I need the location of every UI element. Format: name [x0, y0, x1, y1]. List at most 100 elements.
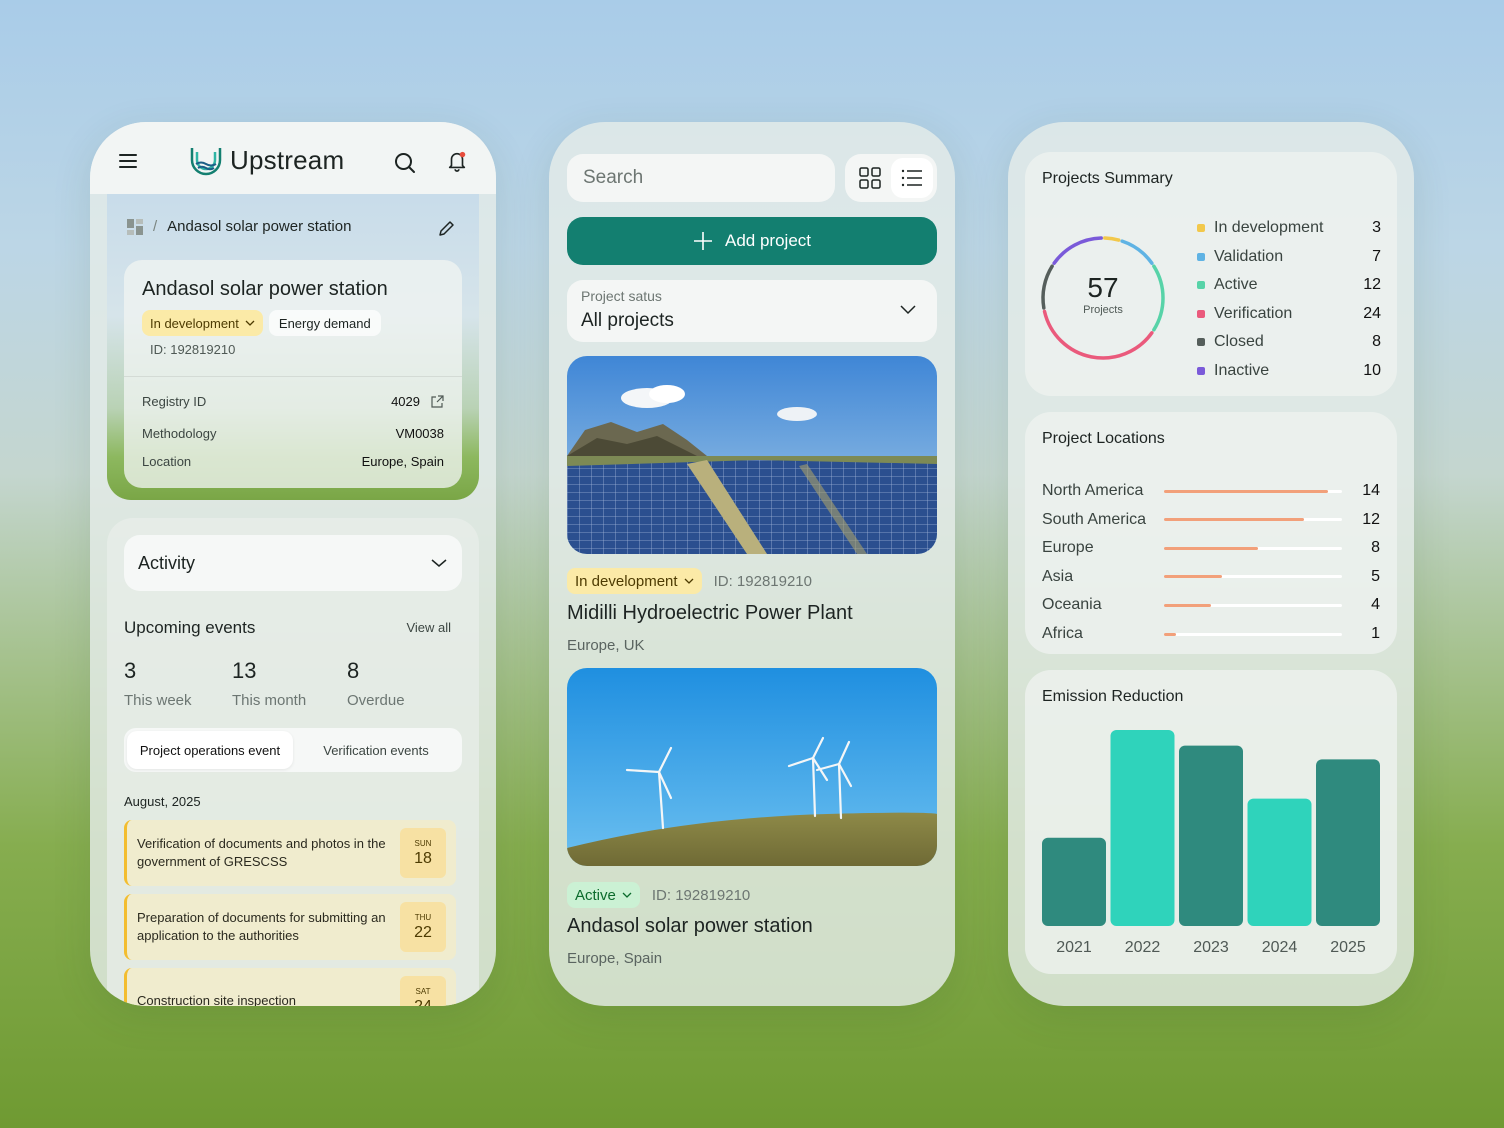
status-dropdown[interactable]: In development	[567, 568, 702, 594]
legend-swatch	[1197, 309, 1205, 318]
emission-bar-chart: 2021 2022 2023 2024 2025	[1042, 730, 1380, 956]
activity-dropdown[interactable]: Activity	[124, 535, 462, 591]
location-name: Africa	[1042, 625, 1083, 642]
grid-icon[interactable]	[127, 218, 143, 235]
project-title[interactable]: Midilli Hydroelectric Power Plant	[567, 602, 853, 625]
status-dropdown[interactable]: Active	[567, 882, 640, 908]
legend-count: 12	[1363, 276, 1381, 294]
project-meta: In development ID: 192819210	[567, 568, 812, 594]
status-tag-label: In development	[575, 572, 678, 590]
stat-value: 3	[124, 658, 137, 683]
project-hero: / Andasol solar power station Andasol so…	[107, 194, 479, 500]
legend-label: Verification	[1214, 304, 1293, 322]
legend-count: 8	[1372, 333, 1381, 351]
plus-icon	[694, 232, 712, 250]
location-row: Europe 8	[1042, 534, 1380, 562]
field-row: Registry ID 4029	[142, 394, 444, 409]
breadcrumb-separator: /	[153, 218, 158, 235]
field-key: Registry ID	[142, 394, 207, 409]
chevron-down-icon	[245, 320, 255, 326]
tab-project-operations[interactable]: Project operations event	[127, 731, 293, 769]
chart-title: Emission Reduction	[1042, 688, 1184, 705]
list-view-button[interactable]	[891, 158, 933, 198]
location-bar-fill	[1164, 518, 1305, 522]
event-item[interactable]: Construction site inspection SAT 24	[124, 968, 456, 1006]
project-title[interactable]: Andasol solar power station	[567, 915, 813, 938]
project-info-card: Andasol solar power station In developme…	[124, 260, 462, 488]
location-bar-fill	[1164, 546, 1258, 550]
event-dow: SAT	[415, 986, 431, 996]
event-text: Preparation of documents for submitting …	[137, 910, 386, 943]
summary-total: 57	[1087, 272, 1119, 303]
view-all-link[interactable]: View all	[406, 620, 451, 635]
legend-label: Inactive	[1214, 361, 1270, 379]
grid-view-button[interactable]	[849, 158, 891, 198]
field-value: 4029	[391, 394, 420, 409]
legend-item: Closed 8	[1197, 328, 1381, 357]
activity-label: Activity	[138, 552, 196, 573]
donut-segment	[1103, 236, 1121, 242]
project-location: Europe, Spain	[567, 950, 663, 967]
summary-title: Projects Summary	[1042, 170, 1173, 187]
event-day: 22	[414, 923, 432, 941]
stat-value: 13	[232, 658, 257, 683]
search-placeholder: Search	[583, 167, 644, 188]
stat-this-month: 13 This month	[232, 658, 306, 709]
legend-count: 24	[1363, 304, 1381, 322]
chevron-down-icon	[431, 559, 447, 567]
tab-verification-events[interactable]: Verification events	[293, 731, 459, 769]
event-dow: SUN	[414, 838, 432, 848]
project-id: ID: 192819210	[651, 886, 751, 904]
status-tag-label: Active	[575, 886, 616, 904]
location-bar-track	[1164, 603, 1342, 607]
event-type-tabs: Project operations event Verification ev…	[124, 728, 462, 772]
project-photo-solar[interactable]	[567, 356, 937, 554]
bar-2024	[1247, 798, 1312, 926]
location-bar-track	[1164, 546, 1342, 550]
legend-swatch	[1197, 366, 1205, 375]
project-detail-screen: Upstream / Andasol solar power station A…	[90, 122, 496, 1006]
location-name: Asia	[1042, 567, 1074, 585]
legend-item: Active 12	[1197, 271, 1381, 300]
status-dropdown[interactable]: In development	[142, 310, 263, 336]
legend-swatch	[1197, 338, 1205, 347]
location-count: 4	[1371, 596, 1380, 614]
location-name: North America	[1042, 482, 1144, 499]
event-item[interactable]: Verification of documents and photos in …	[124, 820, 456, 886]
x-tick-label: 2021	[1056, 939, 1092, 956]
location-bar-fill	[1164, 489, 1328, 493]
legend-item: In development 3	[1197, 214, 1381, 243]
event-text: Construction site inspection	[137, 993, 296, 1006]
search-input[interactable]: Search	[567, 154, 835, 202]
status-tag-label: In development	[150, 315, 239, 331]
legend-count: 3	[1372, 219, 1381, 237]
event-date: THU 22	[400, 902, 446, 952]
location-row: Oceania 4	[1042, 591, 1380, 619]
activity-section: Activity Upcoming events View all 3 This…	[107, 518, 479, 1006]
location-count: 14	[1362, 482, 1380, 499]
chevron-down-icon	[900, 305, 916, 315]
location-bar-fill	[1164, 632, 1176, 636]
app-name: Upstream	[230, 144, 345, 175]
field-row: Methodology VM0038	[142, 426, 444, 441]
menu-icon[interactable]	[119, 154, 137, 168]
external-link-icon[interactable]	[430, 394, 444, 409]
x-tick-label: 2022	[1125, 939, 1161, 956]
add-project-button[interactable]: Add project	[567, 217, 937, 265]
project-photo-wind[interactable]	[567, 668, 937, 866]
summary-total-label: Projects	[1083, 304, 1123, 316]
project-id: ID: 192819210	[713, 572, 812, 590]
project-locations-card: Project Locations North America 14 South A…	[1025, 412, 1397, 654]
search-icon[interactable]	[394, 152, 416, 174]
bell-icon[interactable]	[446, 150, 468, 172]
location-name: Europe	[1042, 539, 1094, 557]
status-filter-dropdown[interactable]: Project satus All projects	[567, 280, 937, 342]
location-name: South America	[1042, 510, 1147, 528]
stat-this-week: 3 This week	[124, 658, 192, 709]
event-item[interactable]: Preparation of documents for submitting …	[124, 894, 456, 960]
location-bar-fill	[1164, 575, 1223, 579]
stat-value: 8	[347, 658, 360, 683]
edit-icon[interactable]	[437, 220, 455, 238]
grid-icon	[859, 167, 881, 189]
category-tag: Energy demand	[268, 310, 381, 336]
